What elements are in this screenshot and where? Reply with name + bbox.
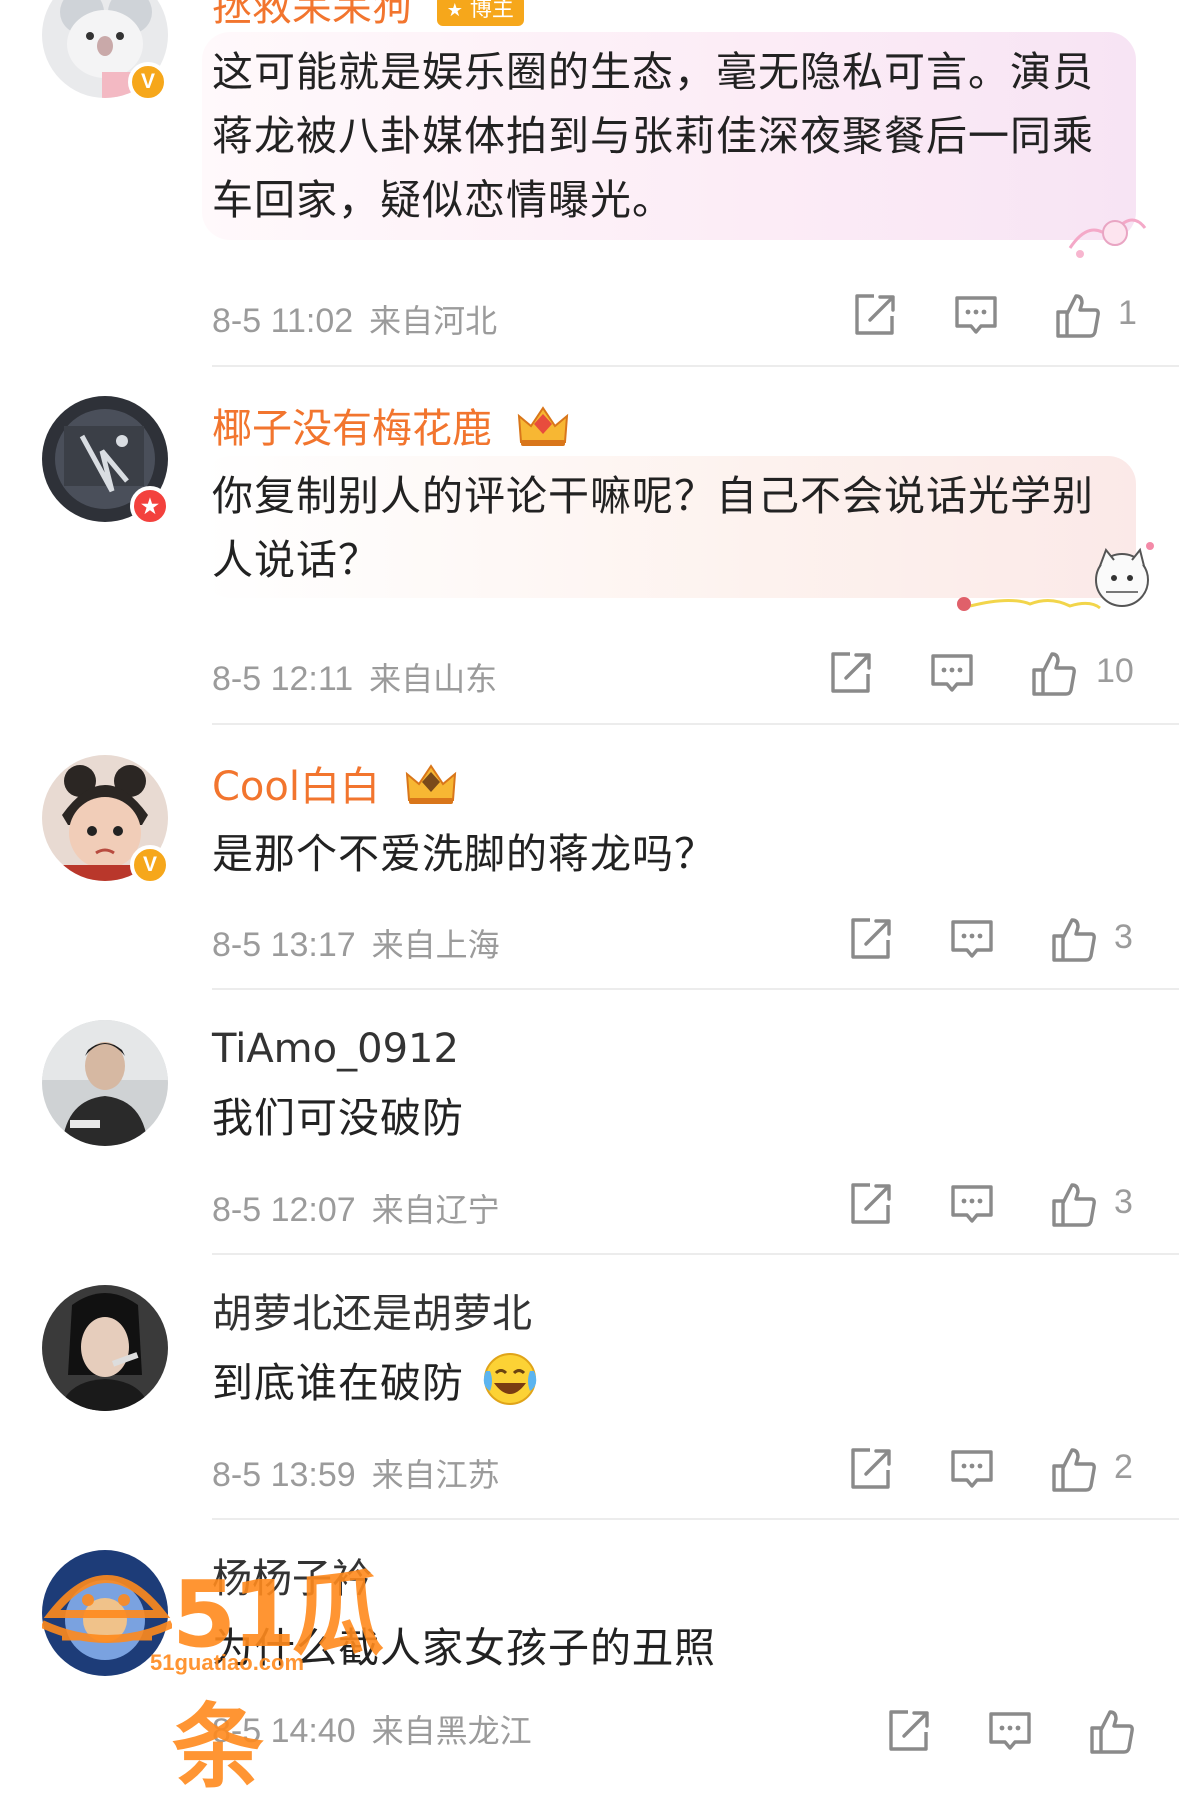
comment-actions: 1 <box>852 292 1152 342</box>
share-icon <box>855 294 895 335</box>
like-icon <box>1056 294 1100 338</box>
comment-text: 是那个不爱洗脚的蒋龙吗？ <box>212 830 716 878</box>
divider <box>212 365 1179 367</box>
reply-button[interactable] <box>949 1181 995 1227</box>
like-count: 2 <box>1114 1448 1133 1486</box>
username[interactable]: TiAmo_0912 <box>212 1024 459 1074</box>
share-button[interactable] <box>848 1446 894 1492</box>
share-button[interactable] <box>852 292 898 338</box>
like-count: 1 <box>1118 294 1137 332</box>
comment-actions <box>886 1708 1156 1758</box>
like-icon <box>1052 918 1096 962</box>
reply-button[interactable] <box>987 1708 1033 1754</box>
divider <box>212 1253 1179 1255</box>
username[interactable]: 胡萝北还是胡萝北 <box>212 1289 532 1339</box>
like-icon <box>1032 652 1076 696</box>
comment-time: 8-5 11:02 <box>212 302 354 340</box>
comment-actions: 10 <box>828 650 1148 700</box>
comment-icon <box>951 920 993 958</box>
comment-time: 8-5 12:11 <box>212 660 354 698</box>
reply-button[interactable] <box>929 650 975 696</box>
like-count: 10 <box>1096 652 1134 690</box>
reply-button[interactable] <box>949 916 995 962</box>
share-icon <box>851 1183 891 1224</box>
like-count: 3 <box>1114 1183 1133 1221</box>
comment-text-body: 到底谁在破防 <box>212 1359 464 1407</box>
comment-text: 这可能就是娱乐圈的生态，毫无隐私可言。演员蒋龙被八卦媒体拍到与张莉佳深夜聚餐后一… <box>212 48 1094 224</box>
watermark-logo-icon <box>42 1575 172 1643</box>
divider <box>212 1518 1179 1520</box>
comment-meta: 8-5 12:11 来自山东 <box>212 654 497 700</box>
comment-time: 8-5 13:17 <box>212 926 356 964</box>
site-watermark: 51瓜条 51guatiao.com <box>42 1540 442 1801</box>
comment-meta: 8-5 12:07 来自辽宁 <box>212 1185 500 1231</box>
blogger-tag: ★ 博主 <box>436 0 524 26</box>
like-button[interactable] <box>1030 650 1078 698</box>
divider <box>212 723 1179 725</box>
comment-actions: 3 <box>848 916 1148 966</box>
avatar[interactable] <box>42 1020 168 1146</box>
share-button[interactable] <box>828 650 874 696</box>
comment-meta: 8-5 11:02 来自河北 <box>212 296 497 342</box>
share-icon <box>851 1448 891 1489</box>
comment-location: 来自河北 <box>369 302 498 340</box>
divider <box>212 988 1179 990</box>
like-icon <box>1052 1448 1096 1492</box>
like-button[interactable] <box>1050 916 1098 964</box>
comment-time: 8-5 13:59 <box>212 1456 356 1494</box>
like-count: 3 <box>1114 918 1133 956</box>
share-button[interactable] <box>848 916 894 962</box>
share-button[interactable] <box>886 1708 932 1754</box>
verified-badge-icon: V <box>130 845 170 885</box>
comment-actions: 3 <box>848 1181 1148 1231</box>
avatar[interactable] <box>42 1285 168 1411</box>
like-button[interactable] <box>1088 1708 1136 1756</box>
comment-location: 来自上海 <box>371 926 500 964</box>
verified-badge-icon: V <box>128 62 168 102</box>
comment-time: 8-5 12:07 <box>212 1191 356 1229</box>
comment-actions: 2 <box>848 1446 1148 1496</box>
username[interactable]: 椰子没有梅花鹿 <box>212 402 571 454</box>
laugh-cry-emoji <box>483 1353 537 1405</box>
comment-icon <box>951 1450 993 1488</box>
share-icon <box>831 652 871 693</box>
comment-location: 来自辽宁 <box>371 1191 500 1229</box>
comment-text: 到底谁在破防 <box>212 1351 1117 1415</box>
star-icon: ★ <box>446 0 463 21</box>
share-icon <box>889 1710 929 1751</box>
like-button[interactable] <box>1050 1446 1098 1494</box>
like-button[interactable] <box>1050 1181 1098 1229</box>
share-button[interactable] <box>848 1181 894 1227</box>
username[interactable]: 拯救呆呆狗 ★ 博主 <box>212 0 524 32</box>
comment-icon <box>931 654 973 692</box>
share-icon <box>851 918 891 959</box>
reply-button[interactable] <box>953 292 999 338</box>
comment-meta: 8-5 13:59 来自江苏 <box>212 1450 500 1496</box>
crown-icon <box>405 764 456 804</box>
comment-icon <box>955 296 997 334</box>
like-button[interactable] <box>1054 292 1102 340</box>
member-badge-icon: ★ <box>130 486 170 526</box>
comment-location: 来自山东 <box>369 660 498 698</box>
comment-icon <box>951 1185 993 1223</box>
like-icon <box>1052 1183 1096 1227</box>
comment-text: 我们可没破防 <box>212 1094 464 1142</box>
comment-icon <box>989 1712 1031 1750</box>
watermark-url: 51guatiao.com <box>150 1650 305 1675</box>
like-icon <box>1090 1710 1134 1754</box>
reply-button[interactable] <box>949 1446 995 1492</box>
username[interactable]: Cool白白 <box>212 760 459 812</box>
comment-meta: 8-5 13:17 来自上海 <box>212 920 500 966</box>
comment-location: 来自江苏 <box>371 1456 500 1494</box>
crown-icon <box>517 406 568 446</box>
comment-text: 你复制别人的评论干嘛呢？自己不会说话光学别人说话？ <box>212 472 1094 584</box>
